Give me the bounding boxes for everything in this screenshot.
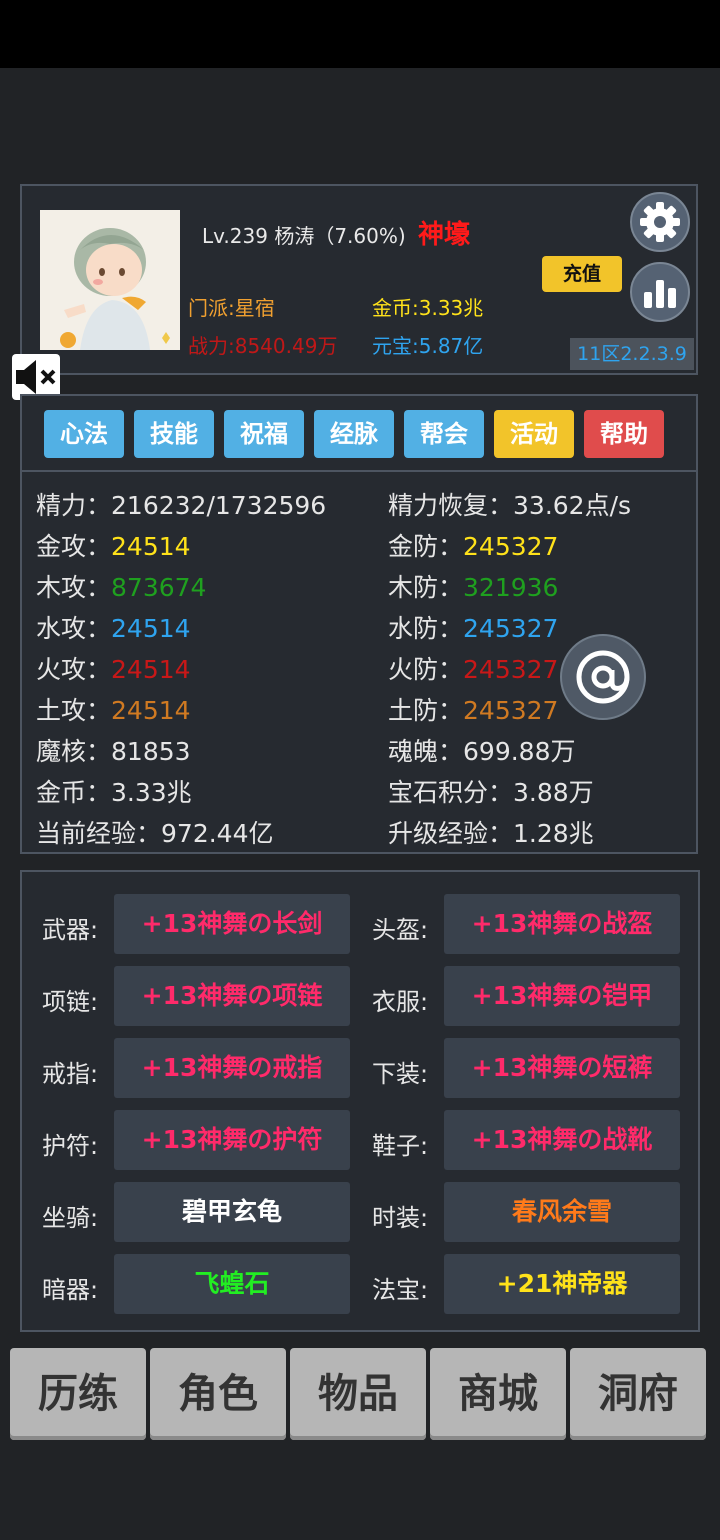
slot-treasure[interactable]: +21神帝器 [444, 1254, 680, 1314]
equipment-panel: 武器: +13神舞の长剑 头盔: +13神舞の战盔 项链: +13神舞の项链 衣… [20, 870, 700, 1332]
slot-label-weapon: 武器: [42, 916, 99, 944]
slot-weapon[interactable]: +13神舞の长剑 [114, 894, 350, 954]
at-icon [576, 650, 630, 704]
attr-energy-regen: 精力恢复：33.62点/s [388, 491, 632, 520]
attr-water-def: 水防：245327 [388, 614, 559, 643]
level-name-text: Lv.239 杨涛（7.60%) [202, 224, 406, 248]
attr-levelup-exp: 升级经验：1.28兆 [388, 819, 594, 848]
slot-hidden-weapon[interactable]: 飞蝗石 [114, 1254, 350, 1314]
tab-events[interactable]: 活动 [494, 410, 574, 458]
slot-label-armor: 衣服: [372, 988, 429, 1016]
attr-earth-atk: 土攻：24514 [36, 696, 191, 725]
power-text: 战力:8540.49万 [188, 334, 338, 358]
slot-fashion[interactable]: 春风余雪 [444, 1182, 680, 1242]
nav-character[interactable]: 角色 [150, 1348, 286, 1440]
attr-earth-def: 土防：245327 [388, 696, 559, 725]
slot-amulet[interactable]: +13神舞の护符 [114, 1110, 350, 1170]
nav-items[interactable]: 物品 [290, 1348, 426, 1440]
slot-ring[interactable]: +13神舞の戒指 [114, 1038, 350, 1098]
slot-helmet[interactable]: +13神舞の战盔 [444, 894, 680, 954]
attr-coins: 金币：3.33兆 [36, 778, 192, 807]
attr-current-exp: 当前经验：972.44亿 [36, 819, 274, 848]
slot-label-treasure: 法宝: [372, 1276, 429, 1304]
attr-magic-core: 魔核：81853 [36, 737, 191, 766]
attr-fire-atk: 火攻：24514 [36, 655, 191, 684]
slot-label-shoes: 鞋子: [372, 1132, 429, 1160]
slot-label-pants: 下装: [372, 1060, 429, 1088]
slot-label-necklace: 项链: [42, 988, 99, 1016]
server-label: 11区2.2.3.9 [570, 338, 694, 370]
tab-guild[interactable]: 帮会 [404, 410, 484, 458]
social-float-button[interactable] [560, 634, 646, 720]
slot-label-mount: 坐骑: [42, 1204, 99, 1232]
tab-blessing[interactable]: 祝福 [224, 410, 304, 458]
tab-skills[interactable]: 技能 [134, 410, 214, 458]
slot-label-fashion: 时装: [372, 1204, 429, 1232]
slot-pants[interactable]: +13神舞の短裤 [444, 1038, 680, 1098]
slot-label-hidden-weapon: 暗器: [42, 1276, 99, 1304]
attr-energy: 精力：216232/1732596 [36, 491, 327, 520]
attr-gem-points: 宝石积分：3.88万 [388, 778, 594, 807]
sect-text: 门派:星宿 [188, 296, 275, 320]
attr-soul: 魂魄：699.88万 [388, 737, 576, 766]
character-header: Lv.239 杨涛（7.60%) 神壕 门派:星宿 战力:8540.49万 金币… [20, 184, 698, 375]
attr-water-atk: 水攻：24514 [36, 614, 191, 643]
slot-label-amulet: 护符: [42, 1132, 99, 1160]
tab-meridian[interactable]: 经脉 [314, 410, 394, 458]
nav-training[interactable]: 历练 [10, 1348, 146, 1440]
ranking-button[interactable] [630, 262, 690, 322]
nav-shop[interactable]: 商城 [430, 1348, 566, 1440]
nav-cave[interactable]: 洞府 [570, 1348, 706, 1440]
slot-necklace[interactable]: +13神舞の项链 [114, 966, 350, 1026]
gear-icon [640, 202, 680, 242]
slot-mount[interactable]: 碧甲玄龟 [114, 1182, 350, 1242]
attr-wood-atk: 木攻：873674 [36, 573, 207, 602]
tab-xinfa[interactable]: 心法 [44, 410, 124, 458]
tab-help[interactable]: 帮助 [584, 410, 664, 458]
attr-metal-def: 金防：245327 [388, 532, 559, 561]
rank-title: 神壕 [418, 220, 471, 250]
avatar[interactable] [40, 210, 180, 350]
attr-wood-def: 木防：321936 [388, 573, 559, 602]
slot-label-helmet: 头盔: [372, 916, 429, 944]
attr-fire-def: 火防：245327 [388, 655, 559, 684]
bar-chart-icon [644, 280, 676, 308]
function-tabs: 心法 技能 祝福 经脉 帮会 活动 帮助 [20, 394, 698, 472]
status-bar [0, 0, 720, 68]
slot-label-ring: 戒指: [42, 1060, 99, 1088]
settings-button[interactable] [630, 192, 690, 252]
slot-shoes[interactable]: +13神舞の战靴 [444, 1110, 680, 1170]
attr-metal-atk: 金攻：24514 [36, 532, 191, 561]
slot-armor[interactable]: +13神舞の铠甲 [444, 966, 680, 1026]
yuanbao-text: 元宝:5.87亿 [372, 334, 484, 358]
recharge-button[interactable]: 充值 [542, 256, 622, 292]
gold-text: 金币:3.33兆 [372, 296, 484, 320]
